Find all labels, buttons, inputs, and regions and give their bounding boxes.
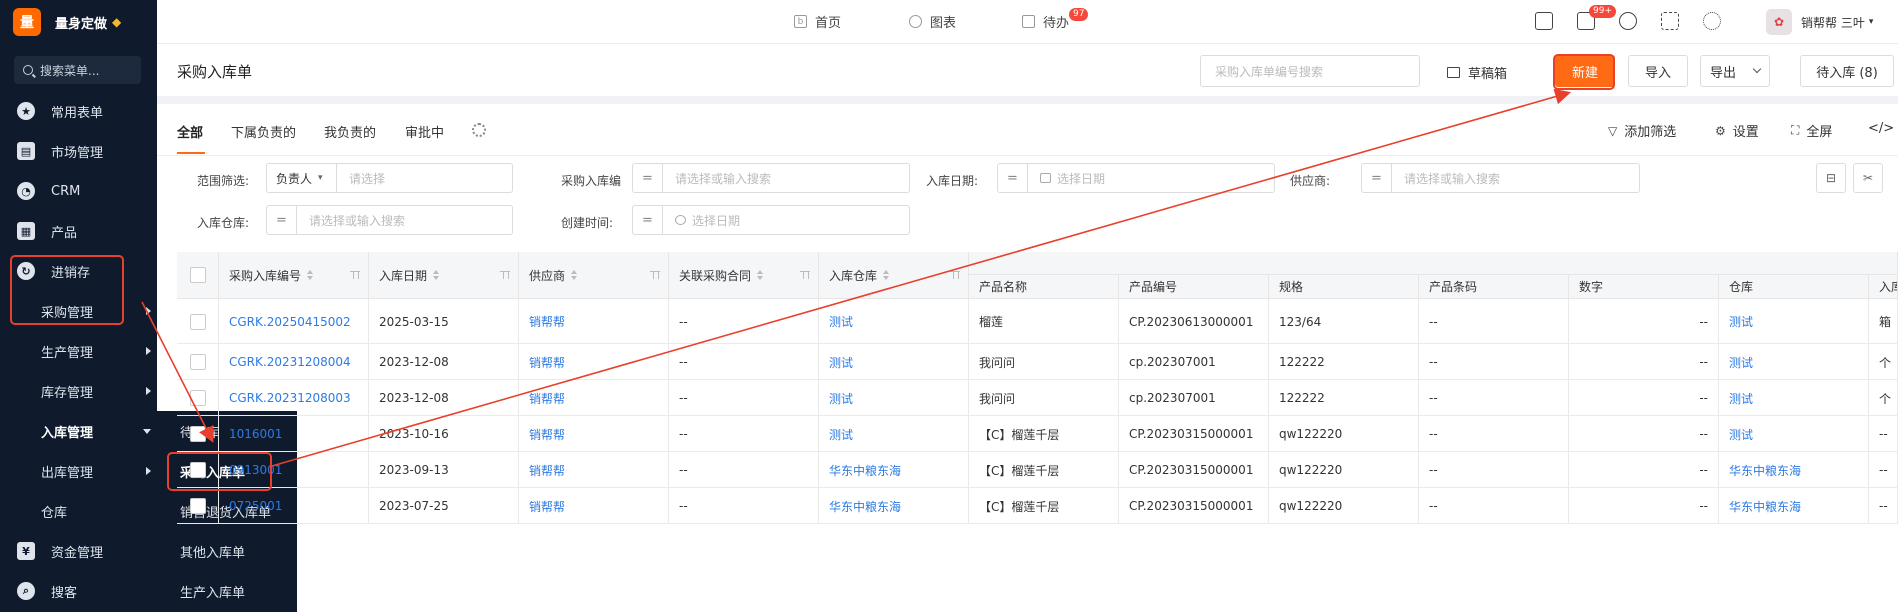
arrow-to-new-button: [271, 88, 1572, 467]
annotation-arrows: [141, 88, 1572, 467]
arrow-to-purchase-inbound: [141, 301, 214, 443]
